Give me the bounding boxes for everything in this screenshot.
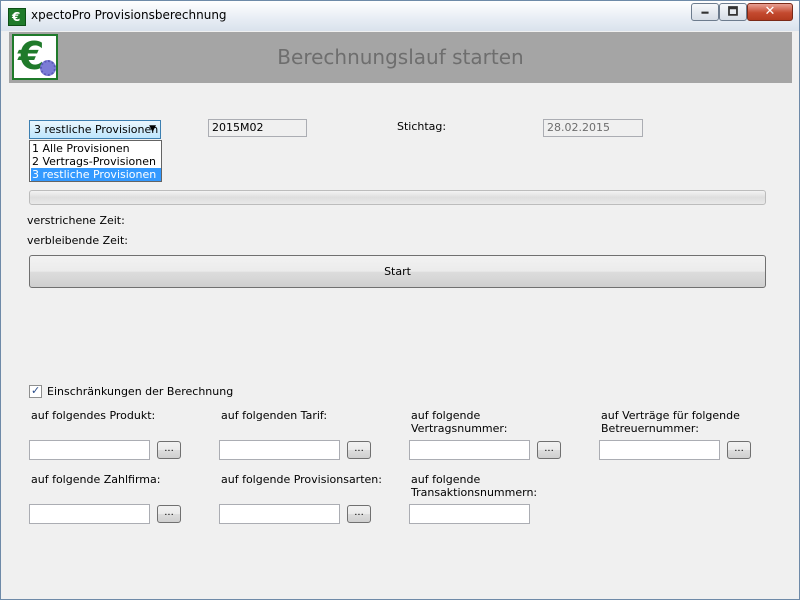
page-title: Berechnungslauf starten bbox=[277, 45, 524, 69]
title-bar[interactable]: € xpectoPro Provisionsberechnung 🗕 🗖 ✕ bbox=[1, 1, 799, 31]
zahlfirma-browse-button[interactable]: ... bbox=[157, 505, 181, 523]
dropdown-option-selected[interactable]: 3 restliche Provisionen bbox=[31, 168, 161, 181]
restrictions-checkbox[interactable]: ✓ bbox=[29, 384, 42, 398]
window-title: xpectoPro Provisionsberechnung bbox=[31, 8, 227, 22]
progress-bar bbox=[29, 190, 766, 205]
produkt-label: auf folgendes Produkt: bbox=[31, 409, 156, 422]
maximize-button[interactable]: 🗖 bbox=[719, 3, 747, 21]
betreuernummer-label-line2: Betreuernummer: bbox=[601, 422, 699, 435]
transaktionsnummern-label-line1: auf folgende bbox=[411, 473, 481, 486]
transaktionsnummern-input[interactable] bbox=[409, 504, 530, 524]
header-banner: € Berechnungslauf starten bbox=[9, 32, 792, 83]
elapsed-time-label: verstrichene Zeit: bbox=[27, 214, 125, 227]
dropdown-option[interactable]: 1 Alle Provisionen bbox=[31, 142, 161, 155]
tarif-browse-button[interactable]: ... bbox=[347, 441, 371, 459]
remaining-time-label: verbleibende Zeit: bbox=[27, 234, 129, 247]
euro-app-icon[interactable]: € bbox=[8, 8, 26, 26]
minimize-icon: 🗕 bbox=[701, 5, 709, 18]
provision-type-dropdown: 1 Alle Provisionen 2 Vertrags-Provisione… bbox=[29, 140, 162, 182]
zahlfirma-label: auf folgende Zahlfirma: bbox=[31, 473, 161, 486]
tarif-input[interactable] bbox=[219, 440, 340, 460]
provisionsarten-label: auf folgende Provisionsarten: bbox=[221, 473, 382, 486]
checkmark-icon: ✓ bbox=[31, 384, 41, 397]
tarif-label: auf folgenden Tarif: bbox=[221, 409, 328, 422]
combo-selected-value: 3 restliche Provisionen bbox=[34, 123, 159, 136]
provision-type-combo[interactable]: 3 restliche Provisionen ▼ bbox=[29, 120, 161, 139]
period-field[interactable]: 2015M02 bbox=[208, 119, 307, 137]
produkt-browse-button[interactable]: ... bbox=[157, 441, 181, 459]
zahlfirma-input[interactable] bbox=[29, 504, 150, 524]
restrictions-label: Einschränkungen der Berechnung bbox=[47, 385, 234, 398]
stichtag-label: Stichtag: bbox=[397, 120, 447, 133]
vertragsnummer-input[interactable] bbox=[409, 440, 530, 460]
chevron-down-icon: ▼ bbox=[149, 124, 156, 134]
provisionsarten-input[interactable] bbox=[219, 504, 340, 524]
main-window: € xpectoPro Provisionsberechnung 🗕 🗖 ✕ €… bbox=[0, 0, 800, 600]
vertragsnummer-label-line2: Vertragsnummer: bbox=[411, 422, 508, 435]
betreuernummer-label-line1: auf Verträge für folgende bbox=[601, 409, 740, 422]
produkt-input[interactable] bbox=[29, 440, 150, 460]
transaktionsnummern-label-line2: Transaktionsnummern: bbox=[411, 486, 538, 499]
betreuernummer-browse-button[interactable]: ... bbox=[727, 441, 751, 459]
vertragsnummer-browse-button[interactable]: ... bbox=[537, 441, 561, 459]
betreuernummer-input[interactable] bbox=[599, 440, 720, 460]
dropdown-option[interactable]: 2 Vertrags-Provisionen bbox=[31, 155, 161, 168]
provisionsarten-browse-button[interactable]: ... bbox=[347, 505, 371, 523]
minimize-button[interactable]: 🗕 bbox=[691, 3, 719, 21]
close-icon: ✕ bbox=[764, 4, 776, 19]
vertragsnummer-label-line1: auf folgende bbox=[411, 409, 481, 422]
start-button[interactable]: Start bbox=[29, 255, 766, 288]
close-button[interactable]: ✕ bbox=[747, 3, 793, 21]
maximize-icon: 🗖 bbox=[727, 5, 739, 18]
stichtag-field[interactable]: 28.02.2015 bbox=[543, 119, 643, 137]
